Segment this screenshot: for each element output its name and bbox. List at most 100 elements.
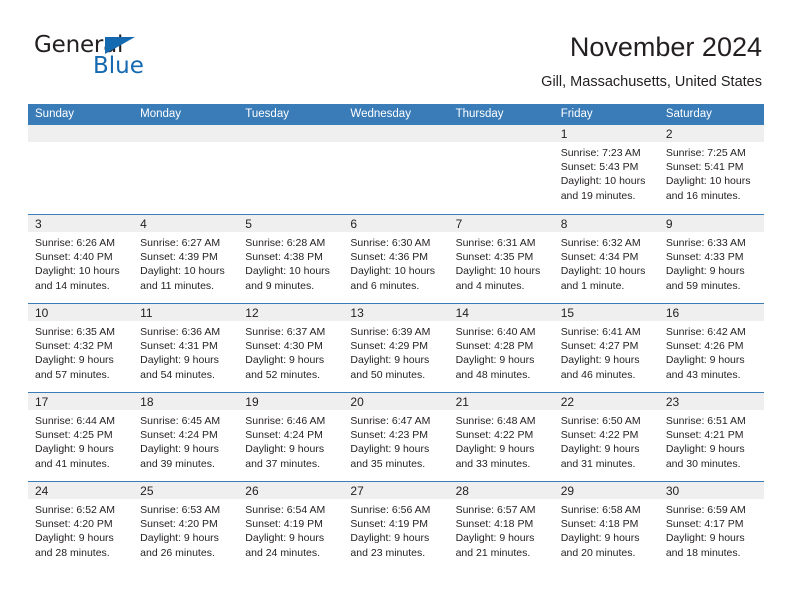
calendar-day-cell[interactable]: 9 Sunrise: 6:33 AM Sunset: 4:33 PM Daylight…	[658, 215, 764, 303]
calendar-day-cell[interactable]: 19 Sunrise: 6:46 AM Sunset: 4:24 PM Dayligh…	[238, 393, 344, 481]
calendar-day-cell[interactable]: 25 Sunrise: 6:53 AM Sunset: 4:20 PM Dayligh…	[133, 482, 239, 570]
sunset-text: Sunset: 4:36 PM	[350, 251, 429, 264]
calendar-day-cell[interactable]: 8 Sunrise: 6:32 AM Sunset: 4:34 PM Daylight…	[553, 215, 659, 303]
calendar-day-cell[interactable]: 10 Sunrise: 6:35 AM Sunset: 4:32 PM Dayligh…	[28, 304, 134, 392]
day-number-band: 3	[28, 215, 134, 232]
day-number: 30	[665, 484, 680, 498]
day-number-band: 24	[28, 482, 134, 499]
sunset-text: Sunset: 4:40 PM	[35, 251, 113, 264]
sunset-text: Sunset: 4:19 PM	[350, 518, 429, 531]
daylight-text-line2: and 18 minutes.	[665, 546, 741, 559]
sunrise-text: Sunrise: 6:42 AM	[665, 326, 746, 338]
day-number-band: 21	[448, 393, 554, 410]
day-number: 19	[245, 395, 259, 409]
daylight-text-line1: Daylight: 9 hours	[560, 443, 640, 456]
calendar-day-cell[interactable]: 27 Sunrise: 6:56 AM Sunset: 4:19 PM Dayligh…	[343, 482, 449, 570]
day-sun-info: Sunrise: 6:42 AM Sunset: 4:26 PM Daylight:…	[659, 321, 764, 382]
day-number-band: 1	[553, 125, 659, 142]
day-sun-info: Sunrise: 6:35 AM Sunset: 4:32 PM Daylight:…	[28, 321, 133, 382]
day-number: 5	[245, 217, 252, 231]
calendar-day-cell[interactable]: 15 Sunrise: 6:41 AM Sunset: 4:27 PM Dayligh…	[553, 304, 659, 392]
day-number-band: 15	[553, 304, 659, 321]
calendar-day-cell[interactable]: 12 Sunrise: 6:37 AM Sunset: 4:30 PM Dayligh…	[238, 304, 344, 392]
calendar-week-row: 1 Sunrise: 7:23 AM Sunset: 5:43 PM Daylight…	[28, 125, 764, 214]
daylight-text-line1: Daylight: 9 hours	[140, 354, 219, 367]
daylight-text-line1: Daylight: 9 hours	[35, 443, 114, 456]
daylight-text-line1: Daylight: 10 hours	[560, 265, 646, 278]
calendar-day-cell[interactable]: 18 Sunrise: 6:45 AM Sunset: 4:24 PM Dayligh…	[133, 393, 239, 481]
sunset-text: Sunset: 4:35 PM	[455, 251, 534, 264]
calendar-day-cell[interactable]: 11 Sunrise: 6:36 AM Sunset: 4:31 PM Dayligh…	[133, 304, 239, 392]
daylight-text-line2: and 16 minutes.	[665, 189, 741, 202]
calendar-week-row: 10 Sunrise: 6:35 AM Sunset: 4:32 PM Dayligh…	[28, 303, 764, 392]
logo-triangle-icon	[105, 37, 135, 54]
daylight-text-line2: and 24 minutes.	[245, 546, 320, 559]
weekday-header-sunday: Sunday	[35, 108, 75, 120]
day-number: 15	[560, 306, 575, 320]
calendar-day-cell[interactable]: 29 Sunrise: 6:58 AM Sunset: 4:18 PM Dayligh…	[553, 482, 659, 570]
calendar-day-cell[interactable]: 7 Sunrise: 6:31 AM Sunset: 4:35 PM Daylight…	[448, 215, 554, 303]
calendar-day-cell[interactable]: 14 Sunrise: 6:40 AM Sunset: 4:28 PM Dayligh…	[448, 304, 554, 392]
calendar-day-cell[interactable]: 30 Sunrise: 6:59 AM Sunset: 4:17 PM Dayligh…	[658, 482, 764, 570]
calendar-day-cell[interactable]: 2 Sunrise: 7:25 AM Sunset: 5:41 PM Daylight…	[658, 125, 764, 214]
calendar-day-cell[interactable]: 28 Sunrise: 6:57 AM Sunset: 4:18 PM Dayligh…	[448, 482, 554, 570]
day-sun-info: Sunrise: 6:28 AM Sunset: 4:38 PM Daylight:…	[238, 232, 343, 293]
sunset-text: Sunset: 4:26 PM	[665, 340, 744, 353]
calendar-week-row: 24 Sunrise: 6:52 AM Sunset: 4:20 PM Dayligh…	[28, 481, 764, 570]
day-number-band: 29	[553, 482, 659, 499]
day-sun-info: Sunrise: 6:56 AM Sunset: 4:19 PM Daylight:…	[343, 499, 448, 560]
daylight-text-line2: and 43 minutes.	[665, 368, 741, 381]
calendar-day-cell[interactable]: 13 Sunrise: 6:39 AM Sunset: 4:29 PM Dayligh…	[343, 304, 449, 392]
calendar-day-cell-empty	[448, 125, 554, 214]
day-sun-info: Sunrise: 6:40 AM Sunset: 4:28 PM Daylight:…	[449, 321, 554, 382]
day-sun-info: Sunrise: 6:44 AM Sunset: 4:25 PM Daylight:…	[28, 410, 133, 471]
day-number: 8	[560, 217, 568, 231]
calendar-day-cell[interactable]: 23 Sunrise: 6:51 AM Sunset: 4:21 PM Dayligh…	[658, 393, 764, 481]
calendar-day-cell[interactable]: 4 Sunrise: 6:27 AM Sunset: 4:39 PM Daylight…	[133, 215, 239, 303]
calendar-day-cell[interactable]: 3 Sunrise: 6:26 AM Sunset: 4:40 PM Daylight…	[28, 215, 134, 303]
sunrise-text: Sunrise: 7:23 AM	[560, 147, 641, 159]
sunset-text: Sunset: 5:41 PM	[665, 161, 744, 174]
day-number: 1	[560, 127, 568, 141]
calendar-day-cell[interactable]: 20 Sunrise: 6:47 AM Sunset: 4:23 PM Dayligh…	[343, 393, 449, 481]
day-number-band	[133, 125, 239, 142]
daylight-text-line2: and 31 minutes.	[560, 457, 636, 470]
day-number-band: 10	[28, 304, 134, 321]
day-number: 29	[560, 484, 575, 498]
sunrise-text: Sunrise: 6:58 AM	[560, 504, 641, 516]
calendar-day-cell[interactable]: 24 Sunrise: 6:52 AM Sunset: 4:20 PM Dayligh…	[28, 482, 134, 570]
weekday-header-wednesday: Wednesday	[350, 108, 411, 120]
daylight-text-line1: Daylight: 10 hours	[245, 265, 330, 278]
sunrise-text: Sunrise: 6:57 AM	[455, 504, 536, 516]
calendar-day-cell[interactable]: 5 Sunrise: 6:28 AM Sunset: 4:38 PM Daylight…	[238, 215, 344, 303]
day-number-band	[28, 125, 134, 142]
calendar-day-cell[interactable]: 1 Sunrise: 7:23 AM Sunset: 5:43 PM Daylight…	[553, 125, 659, 214]
sunrise-text: Sunrise: 6:46 AM	[245, 415, 326, 427]
calendar-page: General Blue November 2024 Gill, Massach…	[0, 0, 792, 612]
day-number: 25	[140, 484, 154, 498]
calendar-week-row: 17 Sunrise: 6:44 AM Sunset: 4:25 PM Dayligh…	[28, 392, 764, 481]
month-calendar: Sunday Monday Tuesday Wednesday Thursday Frid…	[28, 104, 764, 570]
calendar-week-row: 3 Sunrise: 6:26 AM Sunset: 4:40 PM Daylight…	[28, 214, 764, 303]
calendar-day-cell[interactable]: 17 Sunrise: 6:44 AM Sunset: 4:25 PM Dayligh…	[28, 393, 134, 481]
calendar-day-cell-empty	[133, 125, 239, 214]
day-number: 27	[350, 484, 364, 498]
calendar-day-cell[interactable]: 26 Sunrise: 6:54 AM Sunset: 4:19 PM Dayligh…	[238, 482, 344, 570]
sunrise-text: Sunrise: 6:32 AM	[560, 237, 641, 249]
daylight-text-line2: and 14 minutes.	[35, 279, 110, 292]
daylight-text-line2: and 26 minutes.	[140, 546, 215, 559]
calendar-day-cell[interactable]: 21 Sunrise: 6:48 AM Sunset: 4:22 PM Dayligh…	[448, 393, 554, 481]
daylight-text-line2: and 23 minutes.	[350, 546, 426, 559]
day-number-band: 25	[133, 482, 239, 499]
daylight-text-line2: and 57 minutes.	[35, 368, 110, 381]
calendar-day-cell[interactable]: 16 Sunrise: 6:42 AM Sunset: 4:26 PM Dayligh…	[658, 304, 764, 392]
general-blue-logo[interactable]: General Blue	[34, 34, 234, 92]
sunset-text: Sunset: 4:17 PM	[665, 518, 744, 531]
day-number-band: 20	[343, 393, 449, 410]
sunset-text: Sunset: 4:19 PM	[245, 518, 323, 531]
sunrise-text: Sunrise: 6:52 AM	[35, 504, 115, 516]
calendar-day-cell[interactable]: 22 Sunrise: 6:50 AM Sunset: 4:22 PM Dayligh…	[553, 393, 659, 481]
daylight-text-line2: and 4 minutes.	[455, 279, 525, 292]
day-number: 13	[350, 306, 364, 320]
calendar-day-cell[interactable]: 6 Sunrise: 6:30 AM Sunset: 4:36 PM Daylight…	[343, 215, 449, 303]
